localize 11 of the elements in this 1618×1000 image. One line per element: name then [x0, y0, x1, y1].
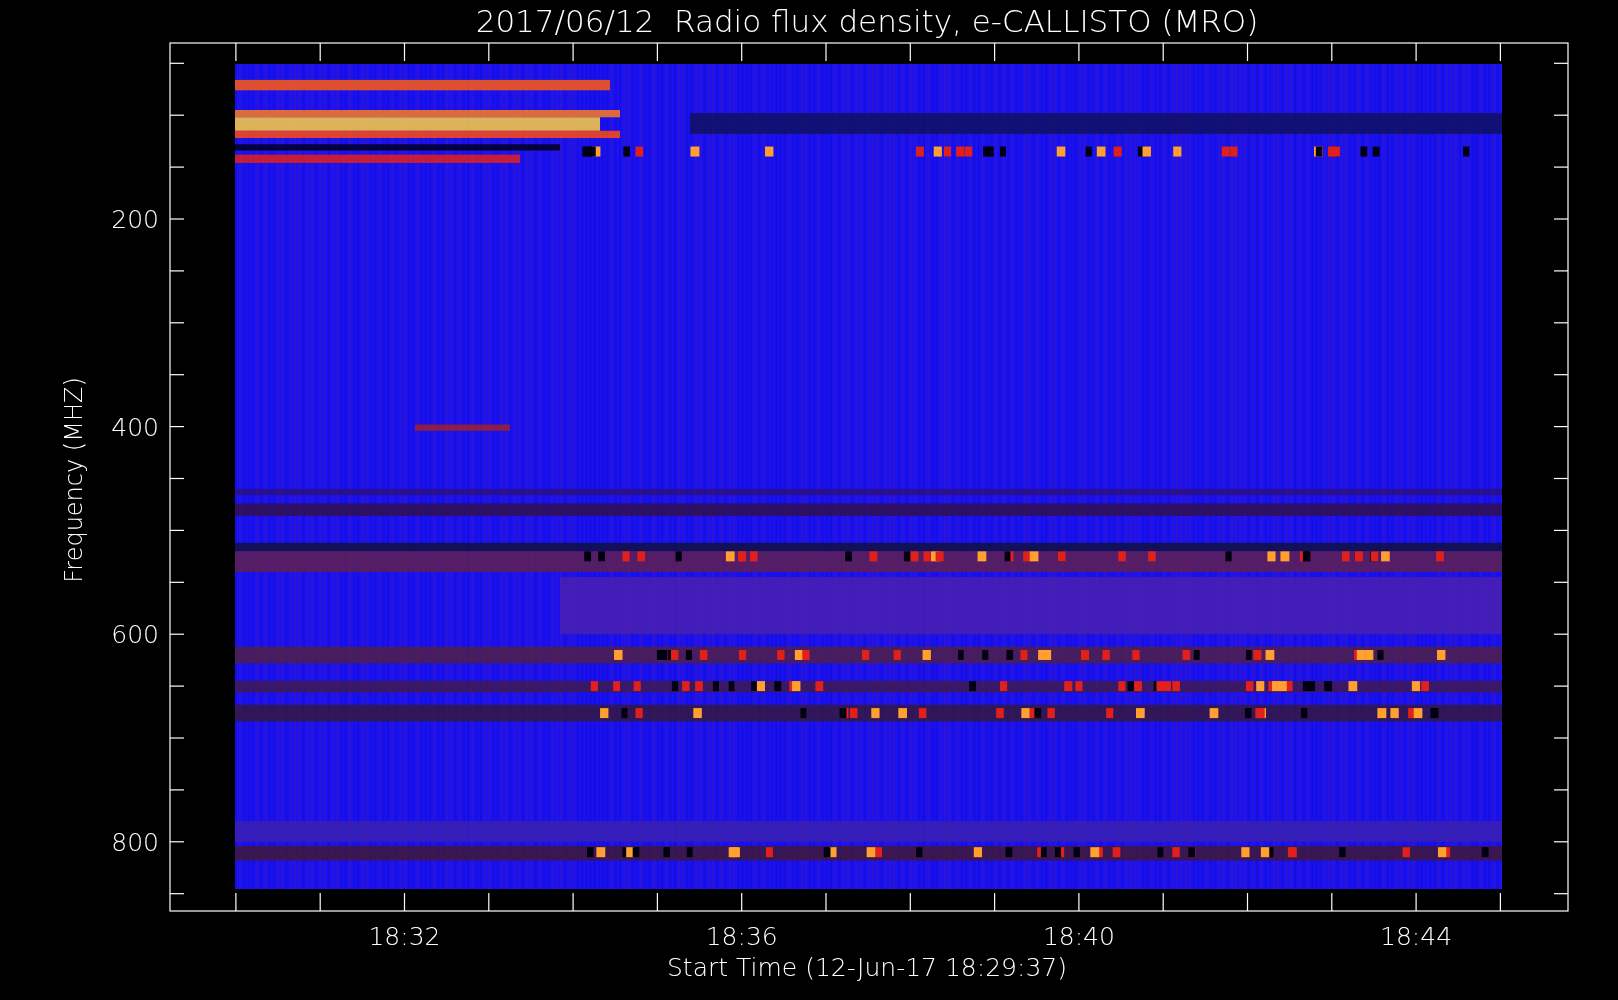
chart-title: 2017/06/12 Radio flux density, e-CALLISTO (MRO) [475, 3, 1259, 39]
x-tick-label: 18:40 [1042, 922, 1115, 951]
x-tick-label: 18:32 [368, 922, 441, 951]
x-tick-label: 18:36 [705, 922, 778, 951]
x-axis-label: Start Time (12-Jun-17 18:29:37) [667, 953, 1067, 982]
y-axis-label: Frequency (MHZ) [60, 377, 88, 583]
x-tick-label: 18:44 [1380, 922, 1453, 951]
y-tick-label: 400 [111, 412, 159, 442]
y-tick-label: 800 [111, 827, 159, 857]
y-tick-label: 200 [111, 205, 159, 234]
y-tick-label: 600 [111, 620, 159, 650]
